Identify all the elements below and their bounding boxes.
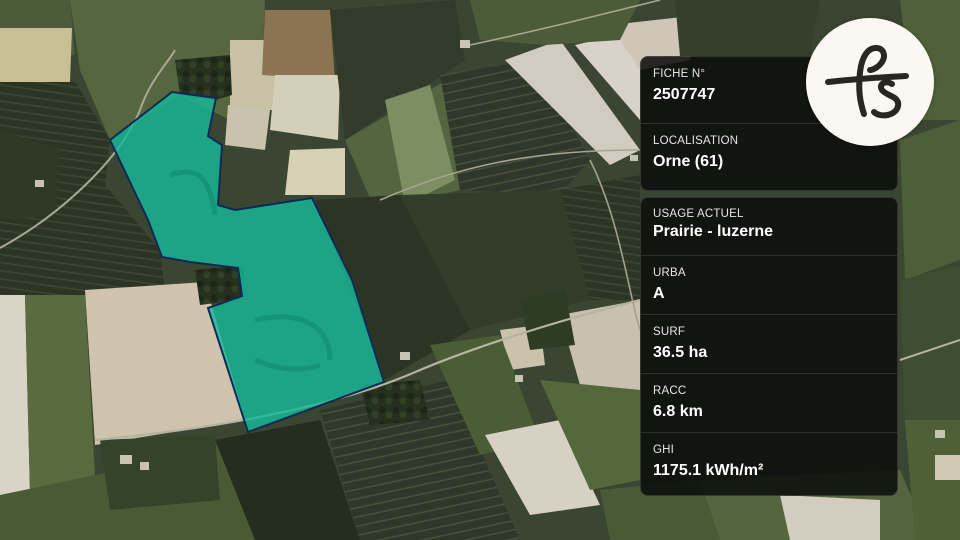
localisation-value: Orne (61) [653,153,724,170]
usage-row: USAGE ACTUEL Prairie - luzerne [641,198,897,256]
urba-row: URBA A [641,256,897,315]
racc-row: RACC 6.8 km [641,374,897,433]
field [0,28,72,82]
racc-value: 6.8 km [653,403,703,420]
ghi-label: GHI [653,444,675,456]
field [0,295,30,500]
surf-label: SURF [653,326,686,338]
ghi-row: GHI 1175.1 kWh/m² [641,433,897,491]
fs-logo [806,18,934,146]
urba-label: URBA [653,267,686,279]
field [270,75,340,140]
urba-value: A [653,285,665,302]
field [470,0,640,45]
fs-monogram-logo-icon [825,45,909,119]
field [262,10,335,80]
field [25,295,95,490]
usage-label: USAGE ACTUEL [653,208,744,220]
parcel-details-card: USAGE ACTUEL Prairie - luzerne URBA A SU… [640,197,898,496]
field [935,455,960,480]
woodland [100,435,220,510]
surf-value: 36.5 ha [653,344,708,361]
field [225,105,270,150]
racc-label: RACC [653,385,687,397]
field [285,148,345,195]
field [900,265,960,440]
field [780,495,880,540]
ghi-value: 1175.1 kWh/m² [653,462,764,479]
usage-value: Prairie - luzerne [653,223,774,240]
field [675,0,820,56]
surf-row: SURF 36.5 ha [641,315,897,374]
